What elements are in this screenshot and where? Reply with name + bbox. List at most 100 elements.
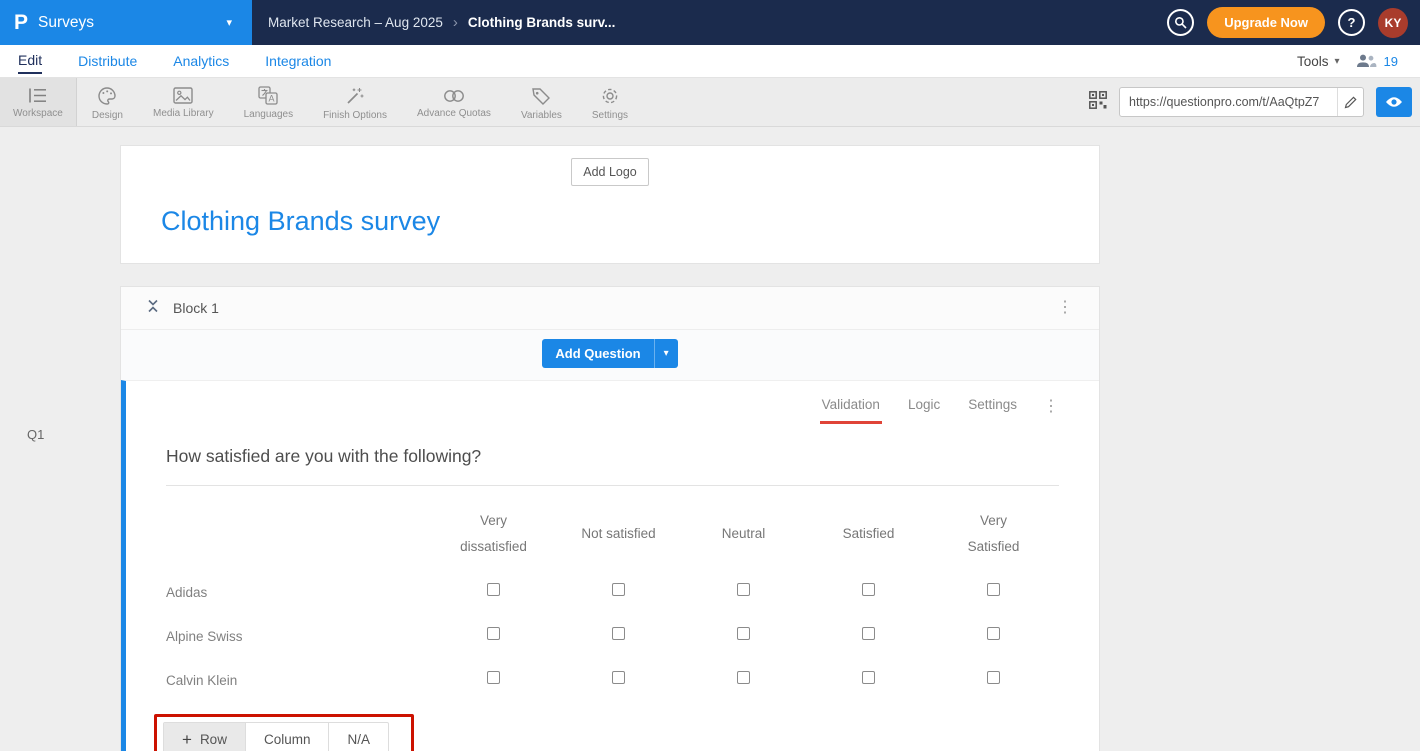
- nav-right: Tools ▾ 19: [1297, 54, 1398, 69]
- add-na-button[interactable]: N/A: [328, 723, 388, 751]
- edit-url-button[interactable]: [1337, 88, 1363, 116]
- checkbox[interactable]: [737, 583, 750, 596]
- tab-logic[interactable]: Logic: [906, 397, 942, 424]
- question-number: Q1: [27, 427, 44, 442]
- checkbox[interactable]: [862, 627, 875, 640]
- qr-code-icon: [1089, 91, 1107, 109]
- checkbox[interactable]: [612, 627, 625, 640]
- people-icon: [1356, 54, 1377, 68]
- palette-icon: [97, 86, 117, 106]
- tool-label: Design: [92, 110, 123, 121]
- survey-url-input[interactable]: [1119, 87, 1364, 117]
- matrix-table: Very dissatisfied Not satisfied Neutral …: [166, 492, 1059, 702]
- tab-integration[interactable]: Integration: [265, 49, 331, 73]
- nav-bar: Edit Distribute Analytics Integration To…: [0, 45, 1420, 78]
- toolbar-advance-quotas[interactable]: Advance Quotas: [402, 78, 506, 126]
- add-column-button[interactable]: Column: [245, 723, 329, 751]
- upgrade-button[interactable]: Upgrade Now: [1207, 7, 1325, 38]
- column-header: Satisfied: [843, 521, 895, 547]
- checkbox[interactable]: [987, 583, 1000, 596]
- toolbar-workspace[interactable]: Workspace: [0, 78, 77, 126]
- add-question-button[interactable]: Add Question: [542, 339, 653, 368]
- survey-url-field: [1119, 87, 1364, 117]
- checkbox[interactable]: [862, 583, 875, 596]
- survey-title[interactable]: Clothing Brands survey: [161, 206, 1059, 237]
- topbar-actions: Upgrade Now ? KY: [1167, 7, 1420, 38]
- block-card: Block 1 ⋮ Add Question ▾ Validation Logi…: [120, 286, 1100, 751]
- toolbar-design[interactable]: Design: [77, 78, 138, 126]
- workspace-icon: [28, 87, 48, 104]
- matrix-row: Alpine Swiss: [166, 614, 1059, 658]
- checkbox[interactable]: [987, 671, 1000, 684]
- checkbox[interactable]: [862, 671, 875, 684]
- tab-analytics[interactable]: Analytics: [173, 49, 229, 73]
- checkbox[interactable]: [612, 671, 625, 684]
- tab-question-settings[interactable]: Settings: [966, 397, 1019, 424]
- tools-label: Tools: [1297, 54, 1329, 69]
- question-footer: + Row Column N/A Edit Rows in Bulk Edit …: [166, 714, 1059, 751]
- checkbox[interactable]: [737, 671, 750, 684]
- avatar[interactable]: KY: [1378, 8, 1408, 38]
- question-text[interactable]: How satisfied are you with the following…: [166, 446, 1059, 486]
- checkbox[interactable]: [737, 627, 750, 640]
- toolbar-settings[interactable]: Settings: [577, 78, 643, 126]
- chain-link-icon: [443, 88, 465, 104]
- breadcrumb-project[interactable]: Market Research – Aug 2025: [268, 15, 443, 30]
- add-question-dropdown[interactable]: ▾: [654, 339, 678, 368]
- chevron-down-icon: ▾: [1335, 56, 1340, 67]
- tool-label: Advance Quotas: [417, 108, 491, 119]
- help-button[interactable]: ?: [1338, 9, 1365, 36]
- tools-dropdown[interactable]: Tools ▾: [1297, 54, 1340, 69]
- tab-distribute[interactable]: Distribute: [78, 49, 137, 73]
- toolbar-languages[interactable]: A Languages: [229, 78, 309, 126]
- magic-wand-icon: [345, 86, 365, 106]
- tool-label: Languages: [244, 109, 294, 120]
- block-title[interactable]: Block 1: [173, 300, 219, 316]
- add-options-group: + Row Column N/A: [163, 722, 389, 751]
- chevron-down-icon: ▾: [226, 16, 238, 29]
- pencil-icon: [1344, 96, 1357, 109]
- add-logo-button[interactable]: Add Logo: [571, 158, 649, 186]
- search-icon: [1174, 16, 1187, 29]
- toolbar-finish-options[interactable]: Finish Options: [308, 78, 402, 126]
- add-question-strip: Add Question ▾: [121, 330, 1099, 380]
- checkbox[interactable]: [612, 583, 625, 596]
- image-icon: [173, 87, 193, 104]
- checkbox[interactable]: [987, 627, 1000, 640]
- add-row-button[interactable]: + Row: [164, 723, 245, 751]
- nav-tabs: Edit Distribute Analytics Integration: [18, 48, 331, 74]
- toolbar-variables[interactable]: Variables: [506, 78, 577, 126]
- search-button[interactable]: [1167, 9, 1194, 36]
- product-switcher[interactable]: P Surveys ▾: [0, 0, 252, 45]
- collaborators-button[interactable]: 19: [1356, 54, 1398, 69]
- checkbox[interactable]: [487, 583, 500, 596]
- questionpro-logo-icon: P: [14, 11, 28, 35]
- matrix-row: Adidas: [166, 570, 1059, 614]
- preview-button[interactable]: [1376, 87, 1412, 117]
- tool-label: Variables: [521, 110, 562, 121]
- product-name: Surveys: [38, 14, 94, 32]
- languages-icon: A: [258, 86, 278, 105]
- tab-edit[interactable]: Edit: [18, 48, 42, 74]
- question-mark-icon: ?: [1348, 15, 1356, 30]
- block-menu-icon[interactable]: ⋮: [1057, 300, 1073, 316]
- column-header: Neutral: [722, 521, 766, 547]
- row-label: Calvin Klein: [166, 660, 431, 701]
- checkbox[interactable]: [487, 671, 500, 684]
- checkbox[interactable]: [487, 627, 500, 640]
- eye-icon: [1385, 96, 1403, 108]
- annotation-highlight-box: + Row Column N/A: [154, 714, 414, 751]
- collapse-block-icon[interactable]: [147, 299, 159, 318]
- qr-code-button[interactable]: [1089, 91, 1107, 114]
- breadcrumb-survey[interactable]: Clothing Brands surv...: [468, 15, 616, 30]
- top-bar: P Surveys ▾ Market Research – Aug 2025 ›…: [0, 0, 1420, 45]
- chevron-right-icon: ›: [453, 14, 458, 31]
- survey-editor: Add Logo Clothing Brands survey Block 1 …: [120, 145, 1100, 751]
- tool-label: Media Library: [153, 108, 214, 119]
- column-header: Very Satisfied: [954, 508, 1034, 560]
- tab-validation[interactable]: Validation: [820, 397, 882, 424]
- svg-text:A: A: [269, 94, 275, 104]
- toolbar-media-library[interactable]: Media Library: [138, 78, 229, 126]
- question-menu-icon[interactable]: ⋮: [1043, 399, 1059, 415]
- question-card: Validation Logic Settings ⋮ How satisfie…: [121, 380, 1099, 751]
